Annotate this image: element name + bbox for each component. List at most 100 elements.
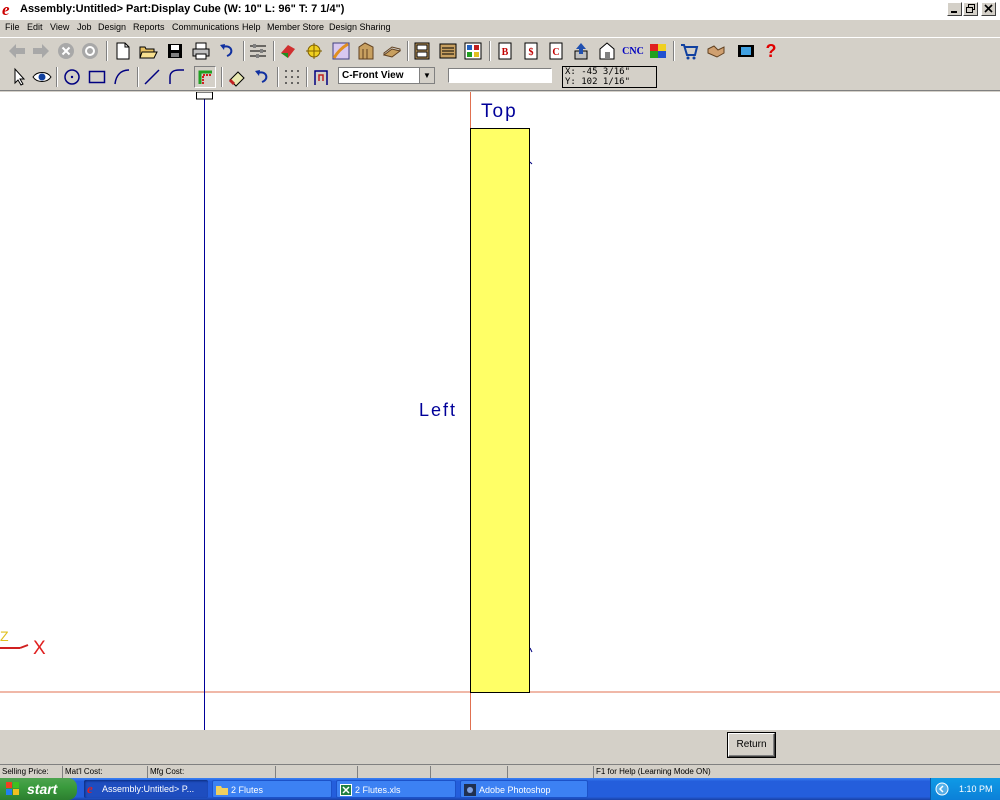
help-button[interactable]: ? bbox=[760, 40, 782, 62]
export-button[interactable] bbox=[596, 40, 618, 62]
blank-input-field[interactable] bbox=[448, 68, 552, 83]
menu-design[interactable]: Design bbox=[98, 22, 126, 32]
report-cost-button[interactable]: $ bbox=[520, 40, 542, 62]
menu-edit[interactable]: Edit bbox=[27, 22, 43, 32]
menu-file[interactable]: File bbox=[5, 22, 20, 32]
settings-button[interactable] bbox=[247, 40, 269, 62]
cancel-button[interactable] bbox=[55, 40, 77, 62]
select-tool-button[interactable] bbox=[8, 66, 30, 88]
return-button[interactable]: Return bbox=[728, 733, 775, 757]
restore-icon bbox=[966, 4, 975, 13]
color-button[interactable] bbox=[647, 40, 669, 62]
menu-reports[interactable]: Reports bbox=[133, 22, 165, 32]
moulding-button[interactable] bbox=[355, 40, 377, 62]
hardware-icon bbox=[306, 43, 322, 59]
back-arrow-icon bbox=[9, 44, 25, 58]
arc-icon bbox=[114, 69, 130, 85]
edgeband-button[interactable] bbox=[381, 40, 403, 62]
menu-job[interactable]: Job bbox=[77, 22, 92, 32]
eraser-icon bbox=[228, 71, 245, 87]
arc-tool-button[interactable] bbox=[111, 66, 133, 88]
undo-draw-button[interactable] bbox=[251, 66, 273, 88]
view-select[interactable]: C-Front View ▼ bbox=[338, 67, 435, 84]
open-folder-icon bbox=[139, 46, 158, 59]
app-e-icon: e bbox=[87, 781, 93, 796]
restore-button[interactable] bbox=[963, 2, 978, 16]
export-icon bbox=[599, 42, 615, 60]
edgeband-icon bbox=[382, 46, 402, 58]
title-bar: e Assembly:Untitled> Part:Display Cube (… bbox=[0, 0, 1000, 20]
taskbar-item-folder[interactable]: 2 Flutes bbox=[212, 780, 332, 798]
close-button[interactable] bbox=[981, 2, 996, 16]
minimize-button[interactable] bbox=[947, 2, 962, 16]
toolbar-separator bbox=[489, 41, 491, 61]
photoshop-icon bbox=[464, 784, 476, 796]
cabinet-list-button[interactable] bbox=[437, 40, 459, 62]
refresh-button[interactable] bbox=[79, 40, 101, 62]
start-button[interactable]: start bbox=[0, 778, 77, 800]
video-button[interactable] bbox=[735, 40, 757, 62]
settings-sliders-icon bbox=[250, 44, 266, 58]
cnc-button[interactable]: CNC bbox=[620, 40, 646, 62]
dimension-tool-button[interactable] bbox=[310, 66, 332, 88]
print-button[interactable] bbox=[190, 40, 212, 62]
cancel-icon bbox=[58, 43, 74, 59]
c-report-icon: C bbox=[549, 42, 563, 60]
chevron-down-icon[interactable]: ▼ bbox=[419, 68, 434, 83]
materials-icon bbox=[332, 42, 350, 60]
circle-tool-button[interactable] bbox=[61, 66, 83, 88]
new-button[interactable] bbox=[112, 40, 134, 62]
cutlist-icon bbox=[464, 42, 482, 60]
report-b-button[interactable]: B bbox=[494, 40, 516, 62]
back-button[interactable] bbox=[6, 40, 28, 62]
open-button[interactable] bbox=[137, 40, 159, 62]
part-rectangle[interactable] bbox=[470, 128, 530, 693]
cabinet-icon bbox=[414, 42, 430, 60]
system-tray: 1:10 PM bbox=[930, 778, 1000, 800]
eraser-tool-button[interactable] bbox=[226, 66, 248, 88]
parts-button[interactable] bbox=[277, 40, 299, 62]
film-icon bbox=[738, 45, 754, 57]
clock[interactable]: 1:10 PM bbox=[959, 778, 993, 800]
handshake-icon bbox=[707, 45, 725, 58]
hardware-button[interactable] bbox=[303, 40, 325, 62]
cabinet-button[interactable] bbox=[411, 40, 433, 62]
line-tool-button[interactable] bbox=[141, 66, 163, 88]
axis-z-label: Z bbox=[0, 628, 9, 644]
materials-button[interactable] bbox=[330, 40, 352, 62]
menu-member-store[interactable]: Member Store bbox=[267, 22, 324, 32]
cabinet-list-icon bbox=[439, 43, 457, 59]
upload-button[interactable] bbox=[570, 40, 592, 62]
drawing-canvas[interactable]: Top Left Z X bbox=[0, 92, 1000, 730]
save-button[interactable] bbox=[164, 40, 186, 62]
taskbar-item-photoshop[interactable]: Adobe Photoshop bbox=[460, 780, 588, 798]
report-c-button[interactable]: C bbox=[545, 40, 567, 62]
forward-button[interactable] bbox=[30, 40, 52, 62]
cutlist-button[interactable] bbox=[462, 40, 484, 62]
toolbar-separator bbox=[137, 67, 139, 87]
taskbar-item-excel[interactable]: 2 Flutes.xls bbox=[336, 780, 456, 798]
rectangle-icon bbox=[88, 70, 106, 84]
guide-handle[interactable] bbox=[196, 92, 213, 100]
corner-tool-button[interactable] bbox=[194, 66, 216, 88]
view-eye-icon bbox=[32, 72, 52, 82]
taskbar-item-label: Assembly:Untitled> P... bbox=[102, 784, 195, 794]
undo-button[interactable] bbox=[216, 40, 238, 62]
design-sharing-button[interactable] bbox=[705, 40, 727, 62]
grid-tool-button[interactable] bbox=[281, 66, 303, 88]
view-tool-button[interactable] bbox=[31, 66, 53, 88]
tray-expand-icon[interactable] bbox=[935, 782, 949, 796]
color-icon bbox=[650, 44, 666, 58]
taskbar-item-assembly[interactable]: e Assembly:Untitled> P... bbox=[84, 780, 208, 798]
fillet-tool-button[interactable] bbox=[166, 66, 188, 88]
store-button[interactable] bbox=[678, 40, 700, 62]
menu-help[interactable]: Help bbox=[242, 22, 261, 32]
cnc-icon: CNC bbox=[622, 45, 644, 57]
rectangle-tool-button[interactable] bbox=[86, 66, 108, 88]
menu-design-sharing[interactable]: Design Sharing bbox=[329, 22, 391, 32]
fillet-icon bbox=[169, 69, 184, 84]
menu-communications[interactable]: Communications bbox=[172, 22, 239, 32]
menu-view[interactable]: View bbox=[50, 22, 69, 32]
help-icon: ? bbox=[765, 40, 777, 61]
drawing-svg bbox=[0, 92, 1000, 730]
